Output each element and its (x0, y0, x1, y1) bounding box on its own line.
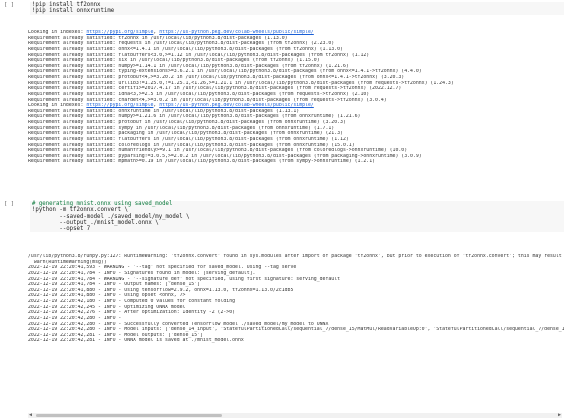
index-link[interactable]: https://pypi.org/simple (86, 103, 153, 108)
code-line: --opset 7 (32, 226, 91, 233)
index-link[interactable]: https://pypi.org/simple (86, 30, 153, 35)
output-text: Looking in indexes: (28, 30, 87, 35)
index-link[interactable]: https://us-python.pkg.dev/colab-wheels/p… (159, 103, 314, 108)
cell-output: /usr/lib/python3.8/runpy.py:127: Runtime… (28, 254, 564, 344)
run-cell-button[interactable]: [ ] (4, 201, 26, 207)
code-editor[interactable]: # generating mnist.onnx using saved_mode… (30, 201, 564, 233)
output-text: Looking in indexes: (28, 103, 87, 109)
output-line: /usr/lib/python3.8/runpy.py:127: Runtime… (28, 254, 562, 259)
output-line: Requirement already satisfied: mpmath>=0… (28, 159, 376, 165)
output-horizontal-scrollbar[interactable]: ◀ ▶ (28, 412, 562, 418)
index-link[interactable]: https://us-python.pkg.dev/colab-wheels/p… (159, 30, 314, 35)
code-editor[interactable]: !pip install tf2onnx !pip install onnxrun… (30, 2, 564, 15)
run-cell-button[interactable]: [ ] (4, 2, 26, 8)
output-line: 2022-12-19 22:20:42,281 - INFO - ONNX mo… (28, 338, 244, 344)
code-line: !pip install onnxruntime (32, 8, 115, 15)
scrollbar-thumb[interactable] (36, 414, 223, 417)
scroll-left-arrow-icon[interactable]: ◀ (29, 412, 32, 418)
scroll-right-arrow-icon[interactable]: ▶ (558, 412, 561, 418)
cell-output: Looking in indexes: https://pypi.org/sim… (28, 30, 564, 165)
